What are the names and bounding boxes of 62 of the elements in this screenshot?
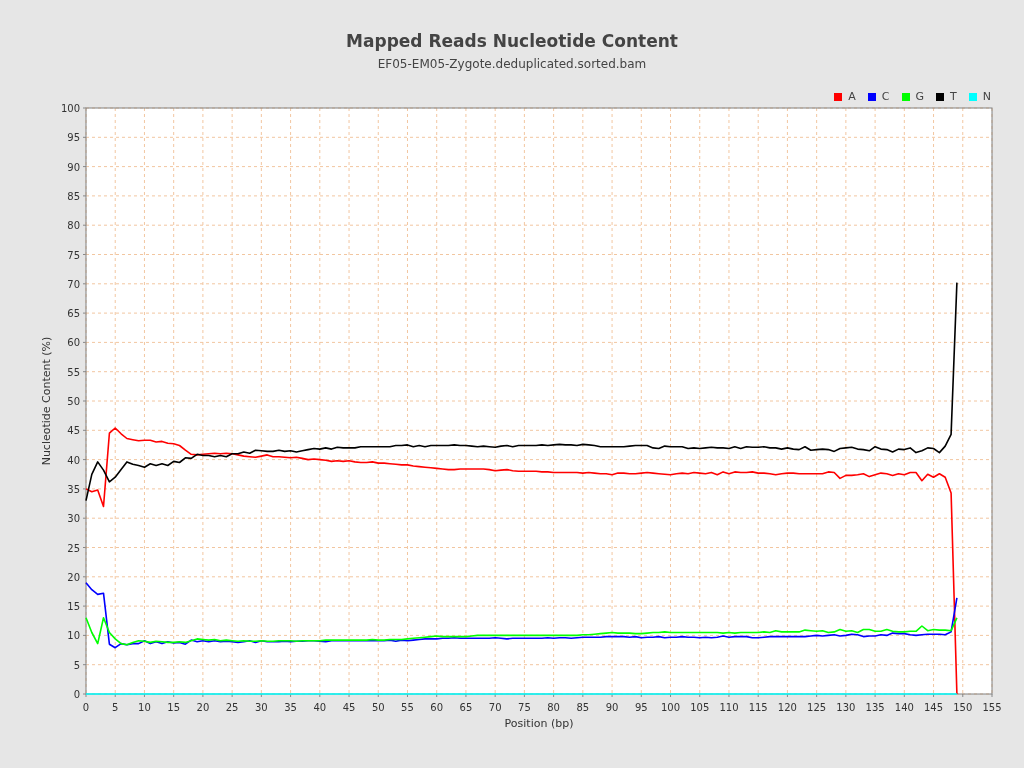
legend-label: T <box>950 90 957 104</box>
x-tick-label: 115 <box>748 702 768 713</box>
x-tick-label: 40 <box>313 702 327 713</box>
y-tick-label: 30 <box>67 513 80 525</box>
y-tick-label: 95 <box>67 132 80 144</box>
y-tick-label: 35 <box>67 483 80 495</box>
y-tick-label: 80 <box>67 220 80 232</box>
x-tick-label: 145 <box>924 702 944 713</box>
x-tick-label: 120 <box>777 702 797 713</box>
x-tick-label: 70 <box>488 702 502 713</box>
legend-label: C <box>881 90 890 104</box>
x-tick-label: 135 <box>865 702 885 713</box>
x-tick-label: 20 <box>196 702 210 713</box>
x-tick-label: 50 <box>371 702 385 713</box>
y-tick-label: 75 <box>67 249 80 261</box>
x-tick-label: 5 <box>112 702 119 713</box>
chart-title: Mapped Reads Nucleotide Content <box>346 31 678 51</box>
y-tick-label: 5 <box>73 659 80 671</box>
y-tick-label: 50 <box>67 396 80 407</box>
x-tick-label: 90 <box>605 702 619 713</box>
x-tick-label: 110 <box>719 702 739 713</box>
chart-subtitle: EF05-EM05-Zygote.deduplicated.sorted.bam <box>377 57 647 71</box>
x-axis-label: Position (bp) <box>504 717 574 730</box>
y-tick-label: 60 <box>67 337 80 349</box>
x-tick-label: 75 <box>518 702 531 713</box>
y-tick-label: 15 <box>67 601 80 613</box>
legend-label: G <box>915 90 925 104</box>
y-tick-label: 70 <box>67 278 80 290</box>
x-tick-label: 85 <box>576 702 590 713</box>
y-tick-label: 55 <box>67 366 80 378</box>
x-tick-label: 65 <box>459 702 473 713</box>
x-tick-label: 150 <box>953 702 973 713</box>
x-tick-label: 130 <box>836 702 856 713</box>
y-tick-label: 20 <box>67 571 80 583</box>
x-tick-label: 10 <box>138 702 151 713</box>
x-tick-label: 105 <box>690 702 710 713</box>
y-tick-label: 100 <box>60 104 80 114</box>
x-tick-label: 30 <box>255 702 268 713</box>
x-tick-label: 140 <box>894 702 914 713</box>
x-tick-label: 25 <box>225 702 239 713</box>
x-tick-label: 155 <box>982 702 1002 713</box>
x-tick-label: 0 <box>82 702 90 713</box>
y-tick-label: 65 <box>67 308 80 320</box>
x-tick-label: 45 <box>342 702 356 713</box>
y-tick-label: 90 <box>67 161 80 173</box>
x-tick-label: 15 <box>167 702 181 713</box>
x-tick-label: 125 <box>807 702 827 713</box>
legend-label: A <box>848 90 856 104</box>
y-tick-label: 40 <box>67 454 80 466</box>
y-tick-label: 0 <box>73 689 80 700</box>
legend-label: N <box>982 90 991 104</box>
y-tick-label: 45 <box>67 425 80 437</box>
y-tick-label: 85 <box>67 190 80 202</box>
x-tick-label: 80 <box>547 702 560 713</box>
x-tick-label: 60 <box>430 702 444 713</box>
x-tick-label: 55 <box>401 702 414 713</box>
y-tick-label: 10 <box>67 630 80 642</box>
y-tick-label: 25 <box>67 542 80 554</box>
y-axis-label: Nucleotide Content (%) <box>40 336 53 466</box>
x-tick-label: 95 <box>634 702 648 713</box>
x-tick-label: 100 <box>660 702 681 713</box>
x-tick-label: 35 <box>284 702 297 713</box>
